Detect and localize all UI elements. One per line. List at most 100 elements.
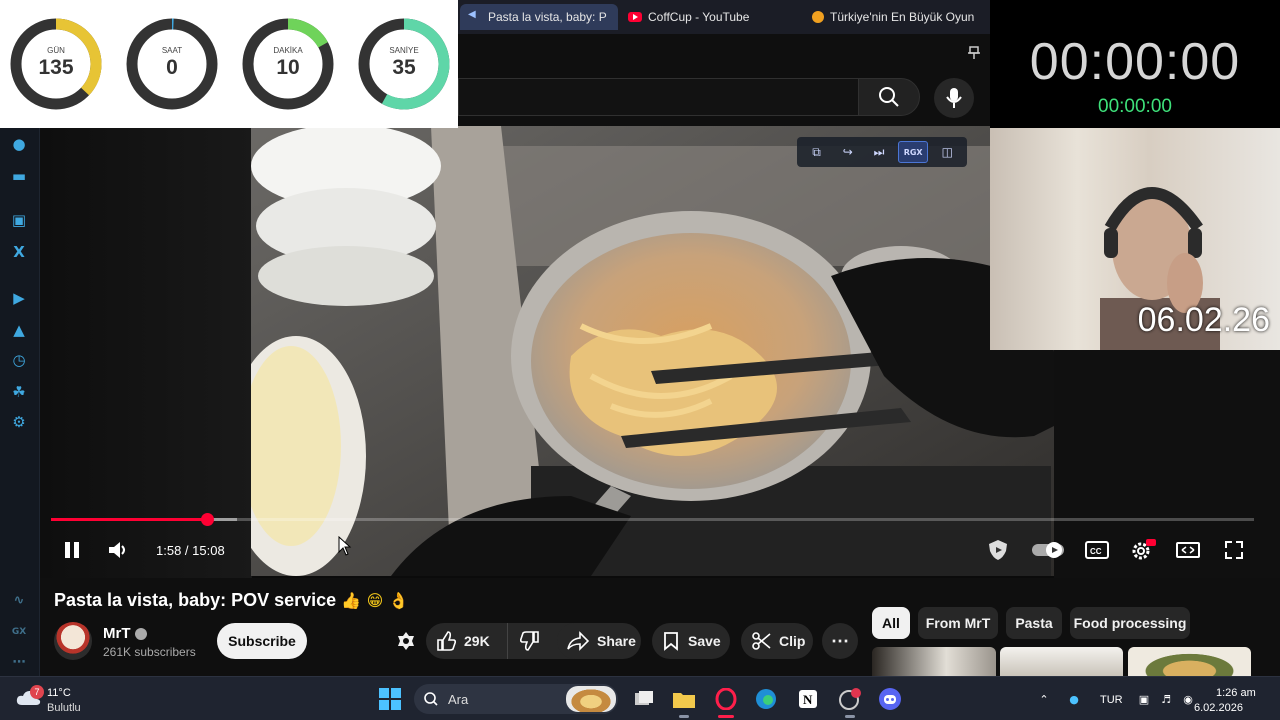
volume-icon [109,542,125,558]
countdown-widget: GÜN 135 SAAT 0 DAKİKA 10 SANİYE 35 [0,0,458,128]
share-button[interactable]: Share [557,623,641,659]
notion-button[interactable]: N [794,685,822,713]
game-app-button[interactable] [836,685,864,718]
thumbs-up-icon [437,631,456,651]
captions-icon: CC [1085,541,1110,559]
progress-played [51,518,208,521]
edge-button[interactable] [752,685,780,713]
recommended-thumbnail[interactable] [872,647,996,677]
tab-pasta[interactable]: Pasta la vista, baby: P [460,4,618,30]
twitch-icon[interactable]: ▣ [9,210,29,230]
autoplay-toggle[interactable] [1030,536,1066,564]
app-running-indicator [679,715,689,718]
youtube-icon [628,12,642,22]
weather-widget[interactable]: 7 11°C Bulutlu [14,683,94,715]
more-actions-button[interactable]: ⋯ [822,623,858,659]
shield-icon [989,540,1007,560]
like-button[interactable]: 29K [426,623,508,659]
toggle-icon [1031,542,1064,558]
tab-turkiye[interactable]: Türkiye'nin En Büyük Oyun [804,4,984,30]
fullscreen-icon [1224,541,1243,559]
pause-button[interactable] [58,536,86,564]
video-scene [251,126,1054,576]
windows-logo-tile [379,700,389,710]
time-display: 1:58 / 15:08 [156,542,225,558]
chip-all[interactable]: All [872,607,910,639]
weather-temperature: 11°C [47,687,71,699]
search-button[interactable] [858,78,920,116]
mouse-cursor-icon [338,536,352,556]
player-icon[interactable]: ▶ [9,288,29,308]
video-frame[interactable]: ⧉ ↪ ⏭ RGX ◫ [251,126,1054,576]
chip-pasta[interactable]: Pasta [1006,607,1062,639]
more-horizontal-icon: ⋯ [831,630,849,651]
gx-button[interactable]: RGX [898,141,929,163]
discord-button[interactable] [876,685,904,713]
next-icon[interactable]: ⏭ [867,141,891,163]
chevron-up-icon[interactable]: ⌃ [1036,691,1052,707]
app-running-indicator [845,715,855,718]
recommended-thumbnail[interactable] [1000,647,1123,677]
split-icon[interactable]: ◫ [935,141,959,163]
clock-time[interactable]: 1:26 am [1216,687,1256,699]
more-icon[interactable]: ⋯ [9,652,29,672]
tab-coffcup[interactable]: CoffCup - YouTube [620,4,800,30]
game-icon [812,11,824,23]
graph-icon[interactable]: ∿ [9,590,29,610]
plates-stack [251,126,441,306]
pin-icon[interactable]: ▲ [9,320,29,340]
badge-icon[interactable] [396,631,416,651]
svg-text:CC: CC [1090,547,1102,556]
microphone-icon[interactable]: ● [1066,691,1082,707]
extensions-icon[interactable]: ☘ [9,382,29,402]
fullscreen-button[interactable] [1220,536,1248,564]
dislike-button[interactable] [508,623,552,659]
thumbs-down-icon [520,631,539,651]
chip-from-channel[interactable]: From MrT [918,607,998,639]
notification-badge: 7 [30,685,44,699]
theater-button[interactable] [1174,536,1202,564]
app-active-indicator [718,715,734,718]
network-icon[interactable]: ▣ [1136,691,1152,707]
gx-icon[interactable]: GX [9,622,29,642]
search-input[interactable] [458,78,858,116]
settings-icon[interactable]: ⚙ [9,412,29,432]
save-button[interactable]: Save [652,623,730,659]
countdown-days: GÜN 135 [8,16,104,112]
settings-button[interactable] [1129,536,1157,564]
subscribe-button[interactable]: Subscribe [217,623,307,659]
exit-icon[interactable]: ↪ [836,141,860,163]
search-highlight-image [566,686,616,712]
progress-bar[interactable] [51,513,1254,526]
x-icon[interactable]: X [9,242,29,262]
pin-tab-icon[interactable] [968,46,980,60]
history-icon[interactable]: ◷ [9,350,29,370]
controller-icon[interactable]: ● [9,134,29,154]
captions-button[interactable]: CC [1083,536,1111,564]
voice-search-button[interactable] [934,78,974,118]
windows-start-button[interactable] [379,688,401,710]
opera-icon [715,688,737,710]
recommended-thumbnail[interactable] [1128,647,1251,677]
opera-gx-button[interactable] [712,685,740,718]
chip-food-processing[interactable]: Food processing [1070,607,1190,639]
volume-button[interactable] [104,536,132,564]
channel-name[interactable]: MrT [103,625,131,642]
discord-icon [879,688,901,710]
shield-button[interactable] [984,536,1012,564]
clock-date[interactable]: 6.02.2026 [1194,702,1243,714]
pause-icon [65,542,79,558]
windows-logo-tile [391,700,401,710]
file-explorer-button[interactable] [670,685,698,718]
input-language[interactable]: TUR [1100,694,1123,706]
channel-avatar[interactable] [54,622,92,660]
youtube-header [458,34,990,126]
ship-icon[interactable]: ▬ [9,166,29,186]
folder-icon [673,693,695,708]
pop-out-icon[interactable]: ⧉ [805,141,829,163]
volume-icon[interactable]: ♬ [1158,691,1174,707]
title-emojis: 👍 😁 👌 [341,591,409,610]
taskbar-search[interactable]: Ara [414,684,618,714]
task-view-button[interactable] [630,685,658,713]
clip-button[interactable]: Clip [741,623,813,659]
